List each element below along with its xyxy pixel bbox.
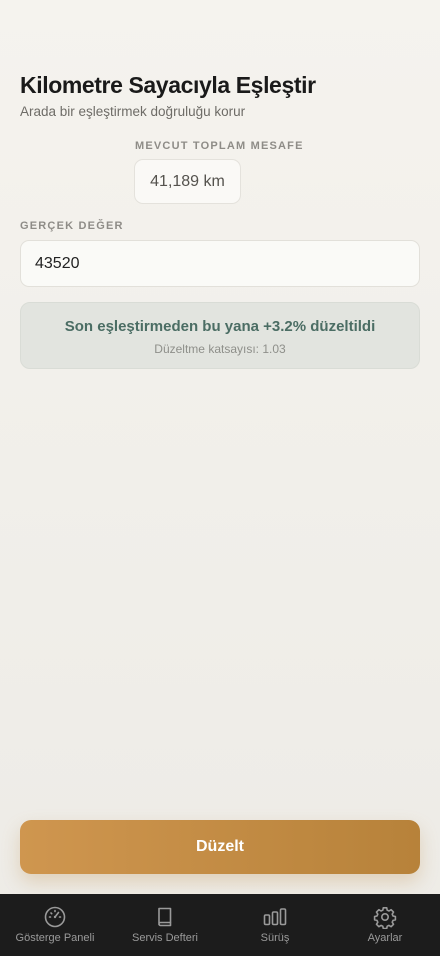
- tab-driving[interactable]: Sürüş: [220, 894, 330, 956]
- current-distance-value: 41,189 km: [134, 159, 241, 204]
- correction-summary: Son eşleştirmeden bu yana +3.2% düzeltil…: [64, 318, 376, 335]
- page-subtitle: Arada bir eşleştirmek doğruluğu korur: [20, 104, 246, 119]
- tab-label: Sürüş: [260, 932, 290, 944]
- apply-correction-button[interactable]: Düzelt: [20, 820, 420, 874]
- bar-chart-icon: [262, 904, 288, 930]
- gear-icon: [372, 904, 398, 930]
- actual-value-label: GERÇEK DEĞER: [20, 220, 124, 232]
- current-distance-label: MEVCUT TOPLAM MESAFE: [135, 140, 304, 152]
- book-icon: [152, 904, 178, 930]
- bottom-tab-bar: Gösterge Paneli Servis Defteri Sürüş Aya…: [0, 894, 440, 956]
- calibration-screen: Kilometre Sayacıyla Eşleştir Arada bir e…: [0, 0, 440, 956]
- tab-label: Ayarlar: [367, 932, 403, 944]
- tab-settings[interactable]: Ayarlar: [330, 894, 440, 956]
- page-title: Kilometre Sayacıyla Eşleştir: [20, 72, 316, 98]
- tab-label: Servis Defteri: [131, 932, 199, 944]
- tab-label: Gösterge Paneli: [15, 932, 95, 944]
- tab-dashboard[interactable]: Gösterge Paneli: [0, 894, 110, 956]
- correction-factor: Düzeltme katsayısı: 1.03: [154, 342, 286, 356]
- speedometer-icon: [42, 904, 68, 930]
- tab-service-log[interactable]: Servis Defteri: [110, 894, 220, 956]
- correction-info-card: Son eşleştirmeden bu yana +3.2% düzeltil…: [20, 302, 420, 369]
- actual-value-input[interactable]: [20, 240, 420, 287]
